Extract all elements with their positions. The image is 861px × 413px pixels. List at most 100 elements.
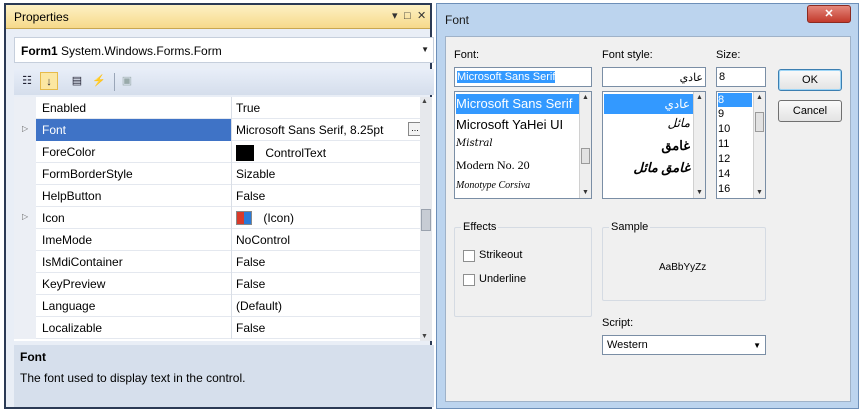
effects-label: Effects <box>461 221 499 233</box>
close-icon[interactable]: ✕ <box>417 9 426 23</box>
dialog-client-area: Font: Microsoft Sans Serif Microsoft San… <box>445 36 851 402</box>
font-list-scrollbar[interactable]: ▲ ▼ <box>579 92 591 198</box>
dialog-title: Font <box>445 13 470 27</box>
property-row-icon[interactable]: ▷ Icon (Icon) <box>14 207 426 229</box>
object-type: System.Windows.Forms.Form <box>61 44 222 58</box>
font-style-scrollbar[interactable]: ▲ ▼ <box>693 92 705 198</box>
scroll-down-icon[interactable]: ▼ <box>696 189 703 196</box>
property-name: ForeColor <box>36 141 232 163</box>
categorized-icon[interactable]: ☷ <box>18 72 36 90</box>
property-name: Enabled <box>36 97 232 119</box>
chevron-down-icon[interactable]: ▼ <box>421 45 429 54</box>
size-item[interactable]: 12 <box>718 153 730 165</box>
scroll-down-icon[interactable]: ▼ <box>756 189 763 196</box>
font-style-item[interactable]: غامق <box>604 138 694 154</box>
properties-icon[interactable]: ▤ <box>68 72 86 90</box>
size-item[interactable]: 9 <box>718 108 724 120</box>
size-item[interactable]: 8 <box>718 93 752 107</box>
size-list-scrollbar[interactable]: ▲ ▼ <box>753 92 765 198</box>
property-row-ismdicontainer[interactable]: IsMdiContainer False <box>14 251 426 273</box>
property-row-language[interactable]: Language (Default) <box>14 295 426 317</box>
property-value[interactable]: False <box>232 317 426 339</box>
maximize-icon[interactable]: □ <box>404 9 411 23</box>
font-list-item[interactable]: Microsoft YaHei UI <box>456 116 563 134</box>
events-icon[interactable]: ⚡ <box>90 72 108 90</box>
toolbar-separator <box>114 73 115 91</box>
close-button[interactable]: ✕ <box>807 5 851 23</box>
property-name: Language <box>36 295 232 317</box>
property-row-enabled[interactable]: Enabled True <box>14 97 426 119</box>
description-text: The font used to display text in the con… <box>20 371 246 385</box>
chevron-down-icon[interactable]: ▼ <box>753 341 761 350</box>
description-heading: Font <box>20 350 46 364</box>
font-style-input[interactable]: عادي <box>602 67 706 87</box>
size-input[interactable]: 8 <box>716 67 766 87</box>
strikeout-checkbox[interactable] <box>463 250 475 262</box>
underline-label: Underline <box>479 273 527 285</box>
sample-text: AaBbYyZz <box>659 262 707 273</box>
property-value[interactable]: (Default) <box>232 295 426 317</box>
property-row-localizable[interactable]: Localizable False <box>14 317 426 339</box>
size-item[interactable]: 11 <box>718 138 729 150</box>
font-style-item[interactable]: غامق مائل <box>604 160 694 176</box>
expand-icon[interactable]: ▷ <box>22 124 28 133</box>
property-value: ControlText <box>265 146 327 160</box>
font-list-item[interactable]: Monotype Corsiva <box>456 180 530 191</box>
property-value[interactable]: NoControl <box>232 229 426 251</box>
properties-title: Properties <box>14 10 69 24</box>
size-item[interactable]: 10 <box>718 123 730 135</box>
property-grid: Enabled True ▷ Font Microsoft Sans Serif… <box>14 97 426 341</box>
size-label: Size: <box>716 49 741 61</box>
property-name: Icon <box>36 207 232 229</box>
font-list[interactable]: Microsoft Sans Serif Microsoft YaHei UI … <box>454 91 592 199</box>
scroll-down-icon[interactable]: ▼ <box>421 333 428 340</box>
scrollbar-thumb[interactable] <box>421 209 431 231</box>
property-value[interactable]: Sizable <box>232 163 426 185</box>
font-style-list[interactable]: عادي مائل غامق غامق مائل ▲ ▼ <box>602 91 706 199</box>
font-style-item[interactable]: عادي <box>604 94 694 114</box>
property-value[interactable]: False <box>232 185 426 207</box>
property-value[interactable]: True <box>232 97 426 119</box>
scroll-up-icon[interactable]: ▲ <box>421 98 428 105</box>
font-style-label: Font style: <box>602 49 653 61</box>
dropdown-arrow-icon[interactable]: ▾ <box>392 9 398 23</box>
font-name-input[interactable]: Microsoft Sans Serif <box>454 67 592 87</box>
property-row-keypreview[interactable]: KeyPreview False <box>14 273 426 295</box>
cancel-button[interactable]: Cancel <box>778 100 842 122</box>
scroll-up-icon[interactable]: ▲ <box>582 94 589 101</box>
properties-title-bar: Properties ▾ □ ✕ <box>6 5 430 29</box>
scrollbar-thumb[interactable] <box>581 148 590 164</box>
property-row-formborderstyle[interactable]: FormBorderStyle Sizable <box>14 163 426 185</box>
property-name: ImeMode <box>36 229 232 251</box>
underline-checkbox[interactable] <box>463 274 475 286</box>
size-item[interactable]: 14 <box>718 168 730 180</box>
script-select[interactable]: Western ▼ <box>602 335 766 355</box>
alphabetical-icon[interactable]: ↓ <box>40 72 58 90</box>
font-dialog: Font ✕ Font: Microsoft Sans Serif Micros… <box>436 3 859 409</box>
property-row-font[interactable]: ▷ Font Microsoft Sans Serif, 8.25pt ... <box>14 119 426 141</box>
object-selector[interactable]: Form1 System.Windows.Forms.Form ▼ <box>14 37 434 63</box>
property-row-imemode[interactable]: ImeMode NoControl <box>14 229 426 251</box>
property-grid-scrollbar[interactable]: ▲ ▼ <box>420 97 432 341</box>
font-list-item[interactable]: Microsoft Sans Serif <box>456 94 580 114</box>
property-row-helpbutton[interactable]: HelpButton False <box>14 185 426 207</box>
font-style-item[interactable]: مائل <box>604 116 694 130</box>
property-pages-icon[interactable]: ▣ <box>118 72 136 90</box>
scroll-up-icon[interactable]: ▲ <box>756 94 763 101</box>
size-item[interactable]: 16 <box>718 183 730 195</box>
size-list[interactable]: 8 9 10 11 12 14 16 ▲ ▼ <box>716 91 766 199</box>
font-list-item[interactable]: Mistral <box>456 138 493 149</box>
expand-icon[interactable]: ▷ <box>22 212 28 221</box>
scroll-up-icon[interactable]: ▲ <box>696 94 703 101</box>
property-row-forecolor[interactable]: ForeColor ControlText <box>14 141 426 163</box>
properties-toolbar: ☷ ↓ ▤ ⚡ ▣ <box>14 69 434 95</box>
scrollbar-thumb[interactable] <box>755 112 764 132</box>
property-value[interactable]: False <box>232 273 426 295</box>
scroll-down-icon[interactable]: ▼ <box>582 189 589 196</box>
property-value[interactable]: False <box>232 251 426 273</box>
ok-button[interactable]: OK <box>778 69 842 91</box>
font-list-item[interactable]: Modern No. 20 <box>456 158 530 173</box>
property-value: Microsoft Sans Serif, 8.25pt <box>236 123 384 137</box>
description-pane: Font The font used to display text in th… <box>14 345 434 407</box>
property-name: Font <box>36 119 232 141</box>
